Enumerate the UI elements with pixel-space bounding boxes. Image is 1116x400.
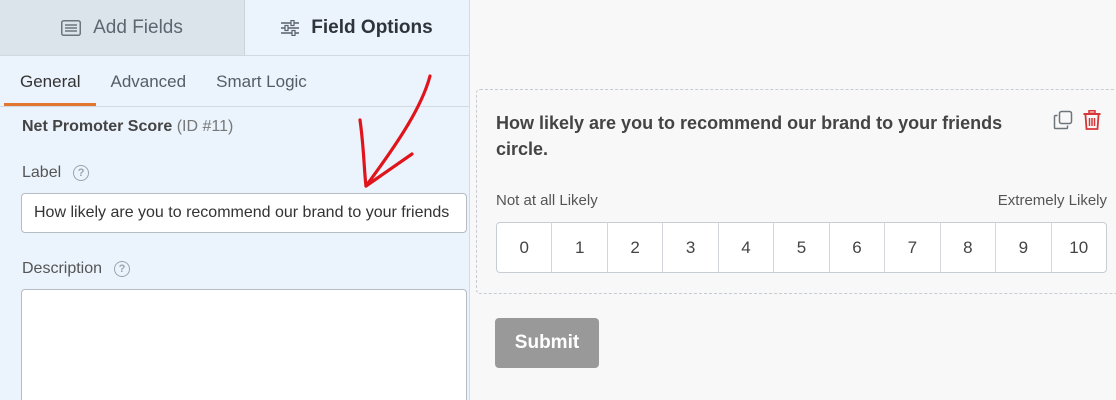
nps-scale: 0 1 2 3 4 5 6 7 8 9 10 xyxy=(496,222,1107,273)
label-caption-row: Label ? xyxy=(22,164,90,182)
red-arrow-annotation xyxy=(358,74,432,188)
label-caption: Label xyxy=(22,164,62,181)
nps-option-2[interactable]: 2 xyxy=(608,223,664,272)
field-name: Net Promoter Score xyxy=(22,118,173,135)
description-caption-row: Description ? xyxy=(22,260,131,278)
nps-option-0[interactable]: 0 xyxy=(497,223,553,272)
question-label: How likely are you to recommend our bran… xyxy=(496,113,1003,159)
label-input[interactable] xyxy=(21,193,467,233)
nps-option-4[interactable]: 4 xyxy=(719,223,775,272)
tab-field-options-label: Field Options xyxy=(311,16,433,38)
field-id: (ID #11) xyxy=(176,118,234,135)
description-textarea[interactable] xyxy=(21,289,467,400)
field-options-panel: Add Fields Field Options General Advance… xyxy=(0,0,470,400)
scale-high-label: Extremely Likely xyxy=(997,192,1107,209)
help-icon[interactable]: ? xyxy=(114,261,131,277)
nps-option-10[interactable]: 10 xyxy=(1052,223,1106,272)
tab-add-fields-label: Add Fields xyxy=(93,16,183,38)
nps-option-3[interactable]: 3 xyxy=(663,223,719,272)
duplicate-icon[interactable] xyxy=(1053,110,1073,135)
field-title: Net Promoter Score (ID #11) xyxy=(22,118,233,136)
description-caption: Description xyxy=(22,260,103,277)
help-icon[interactable]: ? xyxy=(73,165,90,181)
subtab-advanced[interactable]: Advanced xyxy=(110,72,186,106)
field-actions xyxy=(1053,110,1101,135)
nps-option-1[interactable]: 1 xyxy=(552,223,608,272)
sliders-icon xyxy=(281,19,300,36)
scale-low-label: Not at all Likely xyxy=(496,192,598,209)
submit-button[interactable]: Submit xyxy=(495,318,599,368)
nps-option-6[interactable]: 6 xyxy=(830,223,886,272)
subtab-smart-logic[interactable]: Smart Logic xyxy=(216,72,307,106)
nps-option-7[interactable]: 7 xyxy=(885,223,941,272)
panel-tabs: Add Fields Field Options xyxy=(0,0,469,56)
subtab-general[interactable]: General xyxy=(4,72,97,106)
list-icon xyxy=(61,19,82,36)
trash-icon[interactable] xyxy=(1083,110,1101,135)
nps-option-8[interactable]: 8 xyxy=(941,223,997,272)
nps-option-5[interactable]: 5 xyxy=(774,223,830,272)
tab-add-fields[interactable]: Add Fields xyxy=(0,0,245,55)
tab-field-options[interactable]: Field Options xyxy=(245,0,469,55)
nps-option-9[interactable]: 9 xyxy=(996,223,1052,272)
